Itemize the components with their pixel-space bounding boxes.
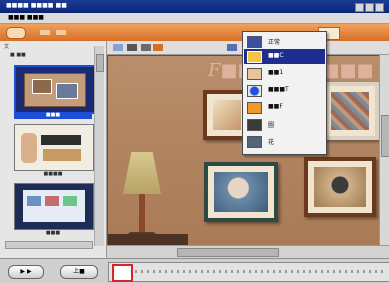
dropdown-item-selected[interactable]: ■■C (244, 49, 325, 64)
blue-circle-icon (247, 85, 262, 97)
title-bar: ■■■■ ■■■■ ■■ (0, 0, 389, 13)
line-icon[interactable] (127, 44, 137, 51)
yellow-frame-icon (247, 51, 262, 63)
dropdown-item-label: 花 (268, 139, 275, 146)
thumbnail-caption: ■■■ (14, 112, 92, 119)
brush-icon[interactable] (153, 44, 163, 51)
menu-bar: ■■■ ■■■ (0, 13, 389, 24)
menu-item[interactable]: ■■■ ■■■ (8, 14, 44, 21)
dropdown-item[interactable]: ■■1 (244, 66, 325, 81)
dropdown-item[interactable]: 花 (244, 134, 325, 149)
dropdown-item[interactable]: 圖 (244, 117, 325, 132)
lamp-stand (139, 194, 145, 234)
canvas-vertical-scrollbar[interactable] (379, 55, 389, 245)
thumbnail-scrollbar[interactable] (94, 46, 104, 246)
normal-icon (247, 36, 262, 48)
photo (213, 100, 241, 130)
photo (314, 167, 366, 207)
template-thumbnail[interactable] (14, 124, 94, 171)
flower-icon (247, 136, 262, 148)
frame-style-dropdown: 正常 ■■C ■■1 ■■■T ■■F 圖 花 (242, 31, 327, 155)
frame-icon[interactable] (141, 44, 151, 51)
panel-sublabel: ■ ■■ (10, 52, 26, 58)
dropdown-item-label: ■■F (268, 103, 283, 110)
timeline-strip[interactable] (108, 262, 389, 282)
dark-icon (247, 119, 262, 131)
scrollbar-thumb[interactable] (381, 115, 389, 157)
canvas-horizontal-scrollbar[interactable] (107, 245, 389, 258)
thumbnail-caption: ■■■ (45, 230, 61, 236)
play-button[interactable]: ▶ ▶ (8, 265, 44, 279)
template-panel: 文 ■ ■■ ■■■ ■■■■ ■■■ (0, 41, 107, 267)
strip-item[interactable] (40, 30, 50, 35)
close-button[interactable] (375, 3, 384, 12)
back-button[interactable] (6, 27, 26, 39)
panel-label: 文 (4, 44, 10, 50)
dropdown-item[interactable]: ■■■T (244, 83, 325, 98)
strip-item[interactable] (56, 30, 66, 35)
dropdown-item-label: 圖 (268, 122, 275, 129)
orange-icon (247, 102, 262, 114)
scrollbar-thumb[interactable] (96, 54, 104, 72)
maximize-button[interactable] (365, 3, 374, 12)
timeline-track (135, 270, 385, 273)
bottom-bar: ▶ ▶ 上■ (0, 258, 389, 283)
dropdown-item-label: ■■1 (268, 69, 284, 76)
photo-frame[interactable] (204, 162, 278, 222)
dropdown-item[interactable]: ■■F (244, 100, 325, 115)
minimize-button[interactable] (355, 3, 364, 12)
horizontal-scrollbar[interactable] (5, 241, 93, 249)
dropdown-item-label: ■■C (268, 52, 284, 59)
photo (331, 92, 369, 130)
scrollbar-thumb[interactable] (177, 248, 279, 257)
thumbnail-caption: ■■■■ (43, 171, 63, 177)
dropdown-item-label: ■■■T (268, 86, 289, 93)
template-thumbnail[interactable] (14, 183, 94, 230)
app-title: ■■■■ ■■■■ ■■ (6, 2, 67, 9)
photo (214, 172, 268, 212)
photo-frame[interactable] (304, 157, 376, 217)
effect-icon[interactable] (227, 44, 237, 51)
photo-frame[interactable] (321, 82, 379, 140)
template-thumbnail[interactable] (14, 65, 96, 114)
dropdown-item-label: 正常 (268, 39, 281, 46)
header-strip (0, 24, 389, 41)
up-button[interactable]: 上■ (60, 265, 98, 279)
select-icon[interactable] (113, 44, 123, 51)
dropdown-item-normal[interactable]: 正常 (244, 34, 325, 49)
frame-icon (247, 68, 262, 80)
timeline-frame[interactable] (112, 264, 133, 282)
